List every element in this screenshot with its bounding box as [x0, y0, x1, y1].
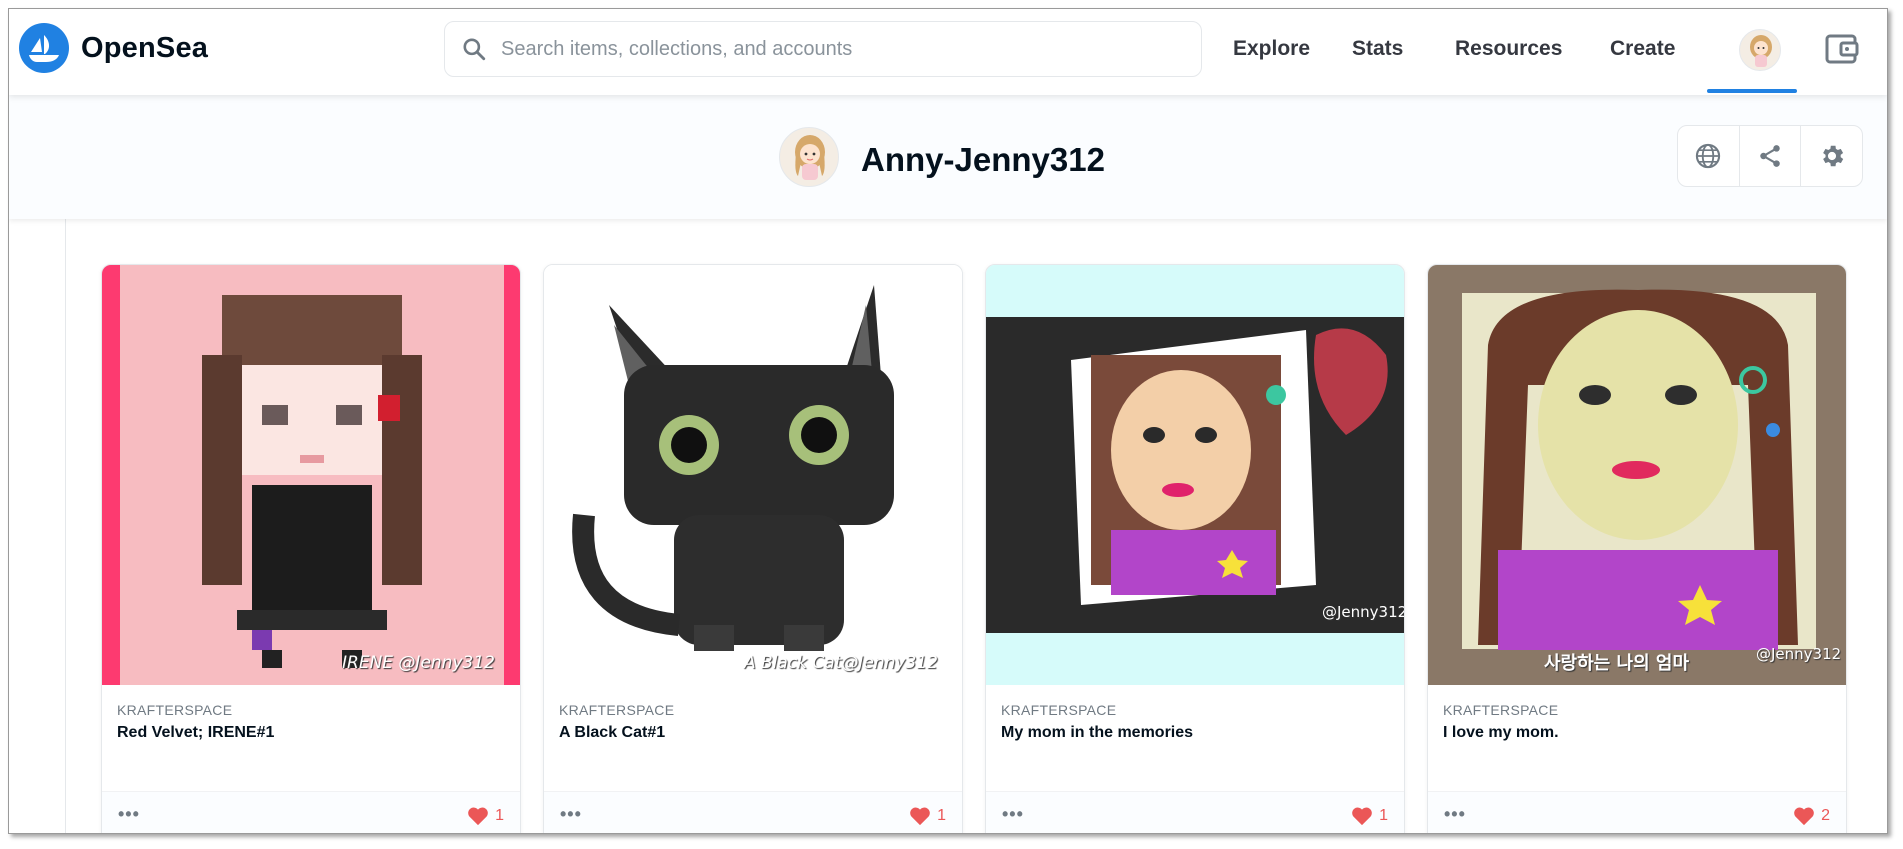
nav-explore[interactable]: Explore — [1233, 37, 1310, 61]
filter-sidebar-divider — [65, 219, 66, 833]
search-bar[interactable] — [444, 21, 1202, 77]
item-title[interactable]: My mom in the memories — [1001, 724, 1193, 742]
favorite-button[interactable]: 1 — [909, 806, 946, 826]
item-title[interactable]: A Black Cat#1 — [559, 724, 665, 742]
profile-name: Anny-Jenny312 — [861, 141, 1105, 178]
browser-frame: OpenSea Explore Stats Resources Create — [8, 8, 1888, 834]
search-input[interactable] — [501, 37, 1161, 61]
image-caption: @Jenny312 — [1756, 645, 1842, 663]
collection-name[interactable]: KRAFTERSPACE — [559, 702, 674, 718]
share-button[interactable] — [1740, 126, 1802, 186]
heart-icon — [910, 807, 930, 826]
like-count: 1 — [495, 807, 504, 824]
collection-name[interactable]: KRAFTERSPACE — [117, 702, 232, 718]
opensea-logo[interactable]: OpenSea — [19, 23, 208, 73]
collection-name[interactable]: KRAFTERSPACE — [1443, 702, 1558, 718]
nav-stats[interactable]: Stats — [1352, 37, 1403, 61]
more-options-button[interactable]: ••• — [1444, 804, 1466, 825]
top-navbar: OpenSea Explore Stats Resources Create — [9, 9, 1887, 95]
card-footer: ••• 1 — [102, 791, 520, 833]
nft-card[interactable]: IRENE @Jenny312 KRAFTERSPACE Red Velvet;… — [101, 264, 521, 833]
nft-card[interactable]: @Jenny312 KRAFTERSPACE My mom in the mem… — [985, 264, 1405, 833]
wallet-icon[interactable] — [1825, 33, 1859, 70]
more-options-button[interactable]: ••• — [118, 804, 140, 825]
item-title[interactable]: Red Velvet; IRENE#1 — [117, 724, 274, 742]
nft-image[interactable]: A Black Cat@Jenny312 — [544, 265, 962, 685]
account-avatar[interactable] — [1739, 29, 1781, 71]
like-count: 2 — [1821, 807, 1830, 824]
profile-header: Anny-Jenny312 — [9, 95, 1887, 219]
settings-button[interactable] — [1801, 126, 1862, 186]
nft-image[interactable]: @Jenny312 — [986, 265, 1405, 685]
items-grid: IRENE @Jenny312 KRAFTERSPACE Red Velvet;… — [9, 219, 1887, 833]
profile-actions — [1677, 125, 1863, 187]
globe-icon — [1696, 143, 1721, 169]
image-caption: A Black Cat@Jenny312 — [744, 653, 938, 673]
nft-card[interactable]: 사랑하는 나의 엄마 @Jenny312 KRAFTERSPACE I love… — [1427, 264, 1847, 833]
nft-image[interactable]: IRENE @Jenny312 — [102, 265, 520, 685]
card-footer: ••• 1 — [986, 791, 1404, 833]
active-tab-indicator — [1707, 89, 1797, 93]
search-icon — [463, 38, 486, 61]
favorite-button[interactable]: 1 — [1351, 806, 1388, 826]
nav-resources[interactable]: Resources — [1455, 37, 1562, 61]
image-caption-korean: 사랑하는 나의 엄마 — [1544, 653, 1690, 674]
heart-icon — [468, 807, 488, 826]
nft-image[interactable]: 사랑하는 나의 엄마 @Jenny312 — [1428, 265, 1846, 685]
heart-icon — [1352, 807, 1372, 826]
opensea-logo-icon — [19, 23, 69, 73]
image-caption: IRENE @Jenny312 — [342, 653, 495, 673]
image-caption: @Jenny312 — [1322, 603, 1405, 621]
like-count: 1 — [1379, 807, 1388, 824]
card-footer: ••• 2 — [1428, 791, 1846, 833]
heart-icon — [1794, 807, 1814, 826]
favorite-button[interactable]: 2 — [1793, 806, 1830, 826]
nft-card[interactable]: A Black Cat@Jenny312 KRAFTERSPACE A Blac… — [543, 264, 963, 833]
brand-name: OpenSea — [81, 31, 209, 64]
collection-name[interactable]: KRAFTERSPACE — [1001, 702, 1116, 718]
favorite-button[interactable]: 1 — [467, 806, 504, 826]
gear-icon — [1822, 145, 1843, 167]
item-title[interactable]: I love my mom. — [1443, 724, 1559, 742]
nav-create[interactable]: Create — [1610, 37, 1675, 61]
website-button[interactable] — [1678, 126, 1740, 186]
share-icon — [1760, 145, 1780, 167]
card-footer: ••• 1 — [544, 791, 962, 833]
like-count: 1 — [937, 807, 946, 824]
more-options-button[interactable]: ••• — [560, 804, 582, 825]
profile-avatar[interactable] — [779, 127, 839, 187]
more-options-button[interactable]: ••• — [1002, 804, 1024, 825]
